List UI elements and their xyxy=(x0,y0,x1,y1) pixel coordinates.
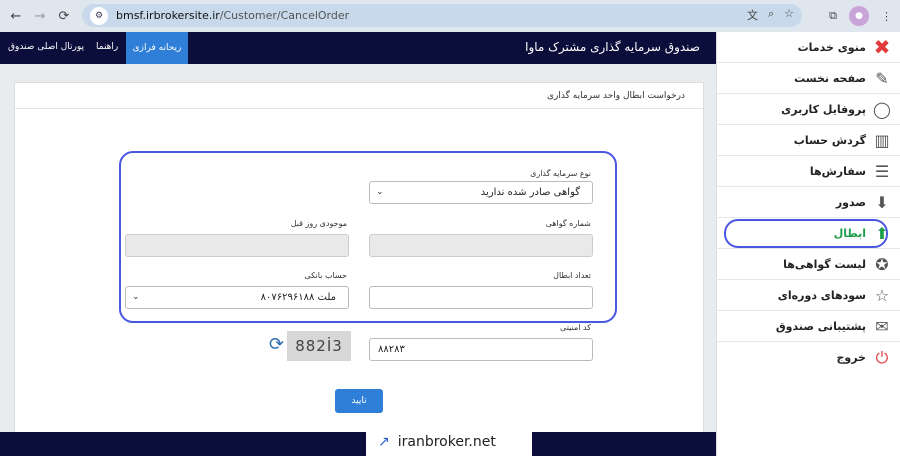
forward-icon[interactable]: → xyxy=(30,6,50,26)
chart-icon: ▥ xyxy=(874,130,890,150)
extensions-icon[interactable]: ⧉ xyxy=(829,9,837,23)
browser-toolbar: ← → ⟳ ⚙ bmsf.irbrokersite.ir/Customer/Ca… xyxy=(0,0,900,32)
active-item-highlight xyxy=(724,219,888,248)
cancel-order-card: درخواست ابطال واحد سرمایه گذاری نوع سرما… xyxy=(14,82,704,434)
sidebar-item-issue[interactable]: ⬇ صدور xyxy=(716,187,900,218)
bookmark-star-icon[interactable]: ☆ xyxy=(784,7,794,23)
cert-number-field[interactable] xyxy=(369,234,593,257)
translate-icon[interactable]: 文 xyxy=(747,7,758,23)
sidebar-item-certificates[interactable]: ✪ لیست گواهی‌ها xyxy=(716,249,900,280)
arrow-down-icon: ⬇ xyxy=(875,192,889,212)
security-code-input[interactable]: ۸۸۲۸۳ xyxy=(369,338,593,361)
zoom-icon[interactable]: ⌕ xyxy=(768,7,774,23)
card-divider xyxy=(15,108,703,109)
bank-account-value: ۸۰۷۶۲۹۶۱۸۸ ملت xyxy=(260,292,336,303)
sidebar-item-label: پروفایل کاربری xyxy=(781,102,866,116)
captcha-image: 882İ3 xyxy=(287,331,351,361)
sidebar-item-label: سودهای دوره‌ای xyxy=(777,288,866,302)
url-host: bmsf.irbrokersite.ir xyxy=(116,9,220,22)
sidebar-item-label: صدور xyxy=(835,195,866,209)
app-header: صندوق سرمایه گذاری مشترک ماوا پورتال اصل… xyxy=(0,32,716,64)
back-icon[interactable]: ← xyxy=(6,6,26,26)
home-icon: ✎ xyxy=(875,68,889,88)
nav-user-button[interactable]: ریحانه فرازی xyxy=(126,32,188,64)
sidebar-item-periodic-profits[interactable]: ☆ سودهای دوره‌ای xyxy=(716,280,900,311)
user-icon: ◯ xyxy=(873,99,891,119)
security-code-value: ۸۸۲۸۳ xyxy=(378,344,405,355)
sidebar-item-label: پشتیبانی صندوق xyxy=(775,319,866,333)
close-icon: ✖ xyxy=(873,35,891,59)
address-bar[interactable]: ⚙ bmsf.irbrokersite.ir/Customer/CancelOr… xyxy=(82,4,802,27)
site-info-icon[interactable]: ⚙ xyxy=(90,6,108,25)
submit-button[interactable]: تایید xyxy=(335,389,383,413)
sidebar-item-label: خروج xyxy=(836,351,866,364)
nav-help-link[interactable]: راهنما xyxy=(96,42,118,52)
sidebar-item-services-menu[interactable]: ✖ منوی خدمات xyxy=(716,32,900,63)
footer-bar xyxy=(0,432,716,456)
sidebar-item-label: گردش حساب xyxy=(793,133,866,147)
bank-account-select[interactable]: ⌄ ۸۰۷۶۲۹۶۱۸۸ ملت xyxy=(125,286,349,309)
sidebar-item-logout[interactable]: ⏻ خروج xyxy=(716,342,900,373)
app-title: صندوق سرمایه گذاری مشترک ماوا xyxy=(525,40,700,54)
sidebar-item-support[interactable]: ✉ پشتیبانی صندوق xyxy=(716,311,900,342)
menu-dots-icon[interactable]: ⋮ xyxy=(881,10,892,23)
sidebar-item-label: سفارش‌ها xyxy=(809,164,866,178)
refresh-captcha-icon[interactable]: ⟳ xyxy=(269,334,284,355)
profile-avatar[interactable]: ● xyxy=(849,6,869,26)
cancel-count-input[interactable] xyxy=(369,286,593,309)
sidebar-item-profile[interactable]: ◯ پروفایل کاربری xyxy=(716,94,900,125)
watermark-text: iranbroker.net xyxy=(397,434,496,450)
sidebar-item-label: لیست گواهی‌ها xyxy=(783,257,866,271)
chevron-down-icon: ⌄ xyxy=(132,292,140,302)
investment-type-value: گواهی صادر شده ندارید xyxy=(480,187,580,198)
captcha-text: 882İ3 xyxy=(295,337,343,355)
investment-type-label: نوع سرمایه گذاری xyxy=(530,169,591,178)
certificate-icon: ✪ xyxy=(875,254,889,274)
reload-icon[interactable]: ⟳ xyxy=(54,6,74,26)
investment-type-select[interactable]: ⌄ گواهی صادر شده ندارید xyxy=(369,181,593,204)
sidebar-item-orders[interactable]: ☰ سفارش‌ها xyxy=(716,156,900,187)
cancel-count-label: تعداد ابطال xyxy=(553,271,591,280)
chevron-down-icon: ⌄ xyxy=(376,187,384,197)
security-code-label: کد امنیتی xyxy=(560,323,591,332)
bank-account-label: حساب بانکی xyxy=(304,271,347,280)
url-text: bmsf.irbrokersite.ir/Customer/CancelOrde… xyxy=(116,9,349,22)
mail-icon: ✉ xyxy=(875,316,889,336)
url-path: /Customer/CancelOrder xyxy=(219,9,350,22)
sidebar-item-label: صفحه نخست xyxy=(794,71,866,85)
sidebar-item-home[interactable]: ✎ صفحه نخست xyxy=(716,63,900,94)
nav-portal-link[interactable]: پورتال اصلی صندوق xyxy=(8,42,84,52)
sidebar-item-label: منوی خدمات xyxy=(797,40,866,54)
orders-icon: ☰ xyxy=(874,161,890,181)
card-title: درخواست ابطال واحد سرمایه گذاری xyxy=(547,91,685,101)
power-icon: ⏻ xyxy=(875,347,889,367)
sidebar-pointer xyxy=(717,228,724,242)
star-icon: ☆ xyxy=(874,285,890,305)
watermark-badge: ↗ iranbroker.net xyxy=(366,428,532,456)
cert-number-label: شماره گواهی xyxy=(545,219,591,228)
trend-logo-icon: ↗ xyxy=(378,434,390,450)
prev-balance-field[interactable] xyxy=(125,234,349,257)
prev-balance-label: موجودی روز قبل xyxy=(290,219,347,228)
sidebar-item-account-history[interactable]: ▥ گردش حساب xyxy=(716,125,900,156)
